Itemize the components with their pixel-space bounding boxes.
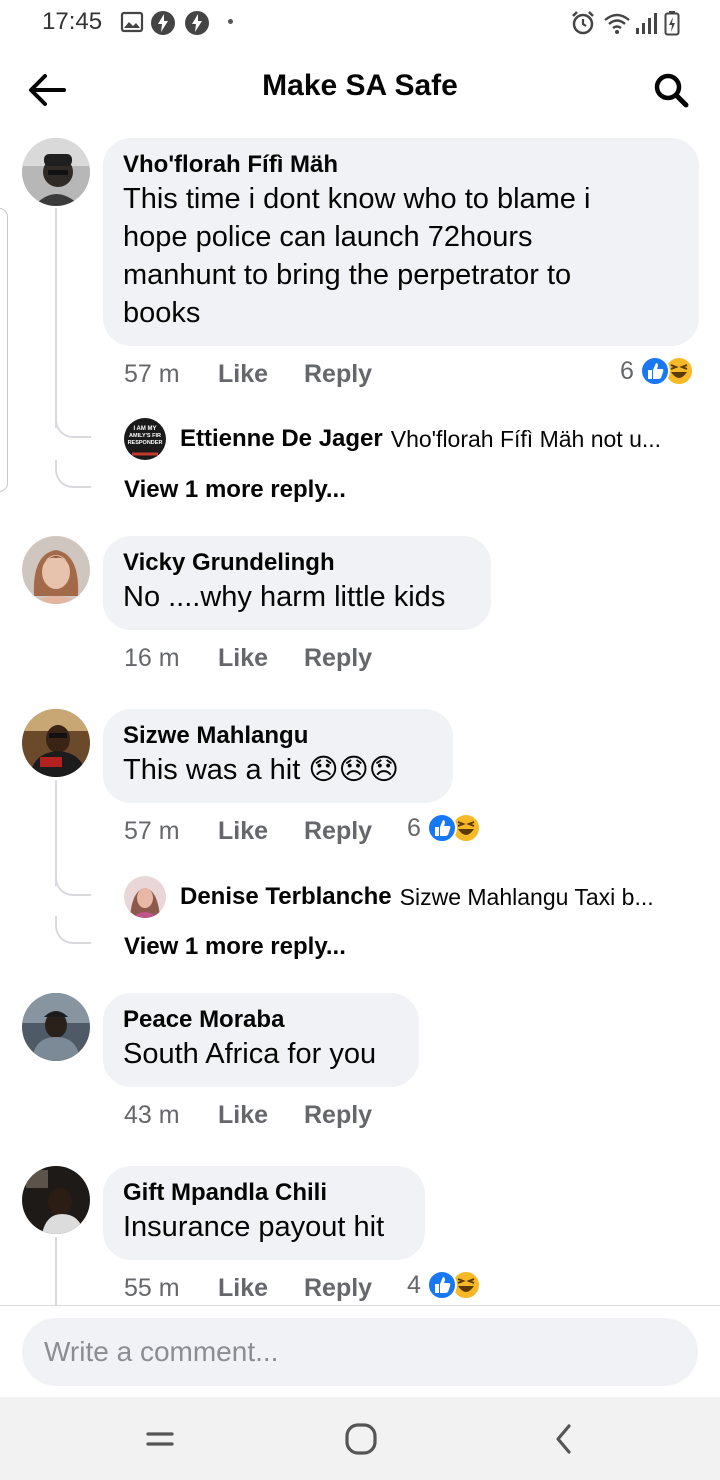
comment-bubble[interactable]: Gift Mpandla Chili Insurance payout hit [103,1166,425,1260]
comment-text-line: This time i dont know who to blame i [123,183,591,215]
reply-avatar[interactable]: I AM MY AMILY'S FIR RESPONDER [124,418,166,460]
reply-snippet: Sizwe Mahlangu Taxi b... [399,883,654,910]
comment-author[interactable]: Sizwe Mahlangu [123,721,433,751]
comment-bubble[interactable]: Vho'florah Fífì Mäh This time i dont kno… [103,138,699,346]
gallery-icon [120,10,144,39]
system-nav-bar [0,1397,720,1480]
like-button[interactable]: Like [218,817,304,846]
avatar[interactable] [22,1166,90,1234]
comment-time: 55 m [124,1273,180,1302]
recent-apps-icon [146,1432,174,1446]
comment-text-line: This was a hit 😞😞😞 [123,754,400,786]
like-reaction-icon [639,356,670,386]
alarm-icon [570,10,596,41]
view-more-replies[interactable]: View 1 more reply... [124,476,346,504]
reply-button[interactable]: Reply [304,1101,372,1130]
comment-bubble[interactable]: Peace Moraba South Africa for you [103,993,419,1087]
reply-preview[interactable]: I AM MY AMILY'S FIR RESPONDER Ettienne De … [124,418,661,460]
search-button[interactable] [644,66,698,114]
reply-button[interactable]: Reply [304,817,372,846]
thread-connector [55,410,91,438]
comment-author[interactable]: Gift Mpandla Chili [123,1178,405,1208]
flash-icon [150,10,176,41]
status-time: 17:45 [42,8,103,35]
reply-snippet: Vho'florah Fífì Mäh not u... [390,425,662,452]
comment-bubble[interactable]: Sizwe Mahlangu This was a hit 😞😞😞 [103,709,453,803]
like-reaction-icon [426,813,457,843]
view-more-replies[interactable]: View 1 more reply... [124,933,346,961]
wifi-icon [602,10,632,41]
reply-avatar[interactable] [124,876,166,918]
reply-button[interactable]: Reply [304,360,372,389]
comment-actions: 16 m Like Reply [124,640,372,676]
reply-button[interactable]: Reply [304,644,372,673]
battery-icon [664,10,680,41]
status-bar: 17:45 [0,0,720,48]
comment-time: 57 m [124,816,180,845]
signal-icon [634,10,658,41]
comment-text-line: Insurance payout hit [123,1211,385,1243]
comment-actions: 57 m Like Reply [124,356,372,392]
svg-text:I AM MY: I AM MY [133,426,156,432]
like-button[interactable]: Like [218,360,304,389]
back-icon [556,1424,571,1454]
svg-text:RESPONDER: RESPONDER [128,440,163,446]
comment-author[interactable]: Vho'florah Fífì Mäh [123,150,679,180]
comment-time: 43 m [124,1100,180,1129]
reply-preview[interactable]: Denise Terblanche Sizwe Mahlangu Taxi b.… [124,876,654,918]
comment-actions: 57 m Like Reply [124,813,372,849]
thread-connector [55,460,91,488]
reply-author[interactable]: Ettienne De Jager [180,425,383,453]
comment-author[interactable]: Peace Moraba [123,1005,399,1035]
comment-text-line: books [123,297,201,329]
comment-text-line: hope police can launch 72hours [123,221,533,253]
reply-button[interactable]: Reply [304,1274,372,1303]
thread-line [55,1237,57,1305]
comment-author[interactable]: Vicky Grundelingh [123,548,471,578]
avatar[interactable] [22,138,90,206]
comment-text-line: manhunt to bring the perpetrator to [123,259,572,291]
comment-actions: 43 m Like Reply [124,1097,372,1133]
thread-connector [55,916,91,944]
comment-actions: 55 m Like Reply [124,1270,372,1306]
comment-bubble[interactable]: Vicky Grundelingh No ....why harm little… [103,536,491,630]
page-title: Make SA Safe [262,69,458,102]
comment-text-line: No ....why harm little kids [123,581,446,613]
flash-icon [184,10,210,41]
home-button[interactable] [331,1415,391,1463]
comment-time: 57 m [124,359,180,388]
notification-dot [228,19,233,24]
recent-apps-button[interactable] [130,1415,190,1463]
reaction-count: 6 [407,813,421,842]
avatar[interactable] [22,993,90,1061]
comment-text-line: South Africa for you [123,1038,377,1070]
like-button[interactable]: Like [218,1274,304,1303]
search-icon [654,73,689,108]
reaction-summary[interactable]: 6 [407,813,481,843]
reaction-summary[interactable]: 4 [407,1270,481,1300]
back-nav-button[interactable] [534,1415,594,1463]
avatar[interactable] [22,709,90,777]
reaction-count: 6 [620,356,634,385]
reaction-count: 4 [407,1270,421,1299]
svg-text:AMILY'S FIR: AMILY'S FIR [129,433,161,439]
comment-composer [0,1305,720,1397]
like-reaction-icon [426,1270,457,1300]
comment-time: 16 m [124,643,180,672]
app-header: Make SA Safe [0,48,720,132]
scroll-indicator[interactable] [0,208,8,492]
like-button[interactable]: Like [218,644,304,673]
thread-connector [55,868,91,896]
reaction-summary[interactable]: 6 [620,356,694,386]
like-button[interactable]: Like [218,1101,304,1130]
home-icon [345,1423,377,1455]
thread-line [55,208,57,428]
comment-input[interactable] [22,1318,698,1386]
reply-author[interactable]: Denise Terblanche [180,883,392,911]
avatar[interactable] [22,536,90,604]
